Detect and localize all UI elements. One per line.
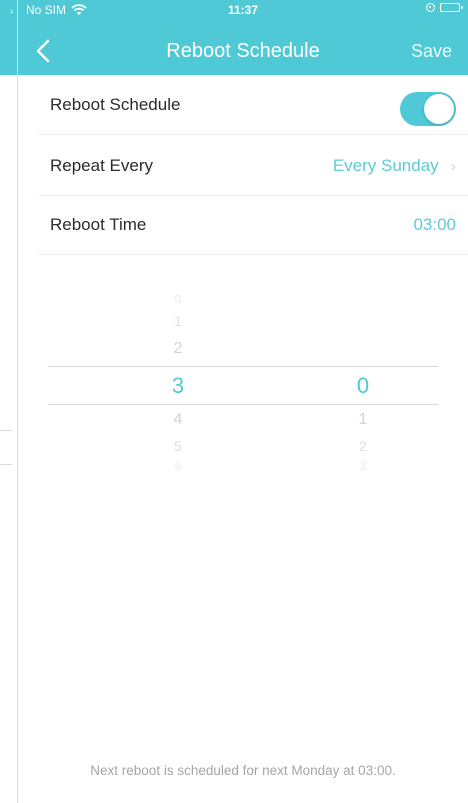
hour-wheel[interactable]: 0 1 2 3 4 5 6 xyxy=(128,287,228,487)
hour-option: 2 xyxy=(173,340,183,357)
hour-option: 4 xyxy=(173,411,183,428)
reboot-schedule-label: Reboot Schedule xyxy=(50,95,181,114)
reboot-schedule-row: Reboot Schedule xyxy=(38,75,468,135)
chevron-left-icon xyxy=(36,39,50,63)
minute-option: 1 xyxy=(358,411,368,428)
repeat-every-row[interactable]: Repeat Every Every Sunday › xyxy=(38,136,468,196)
hour-option: 0 xyxy=(174,292,182,306)
background-divider xyxy=(0,430,12,431)
hour-selected: 3 xyxy=(171,373,185,398)
repeat-every-label: Repeat Every xyxy=(50,156,153,175)
reboot-schedule-screen: No SIM 11:37 Reboot Schedule Save Reboot… xyxy=(18,0,468,803)
toggle-knob xyxy=(424,94,454,124)
page-title: Reboot Schedule xyxy=(166,40,320,62)
hour-option: 5 xyxy=(174,438,182,454)
reboot-time-row[interactable]: Reboot Time 03:00 xyxy=(38,195,468,255)
app-header: No SIM 11:37 Reboot Schedule Save xyxy=(18,0,468,75)
background-status-icon: › xyxy=(10,6,14,17)
time-picker[interactable]: 0 1 2 3 4 5 6 0 1 2 3 xyxy=(48,287,438,487)
hour-option: 6 xyxy=(174,459,182,473)
repeat-every-value-wrap: Every Sunday › xyxy=(333,156,456,176)
chevron-right-icon: › xyxy=(450,158,456,175)
reboot-schedule-toggle[interactable] xyxy=(400,92,456,126)
minute-wheel[interactable]: 0 1 2 3 xyxy=(313,287,413,487)
background-screen-edge: › xyxy=(0,0,18,803)
background-header xyxy=(0,0,17,75)
orientation-lock-icon xyxy=(426,3,435,12)
minute-selected: 0 xyxy=(356,373,370,398)
status-time: 11:37 xyxy=(227,3,259,17)
reboot-time-value: 03:00 xyxy=(413,215,456,234)
status-bar: No SIM 11:37 xyxy=(18,0,468,20)
next-reboot-note: Next reboot is scheduled for next Monday… xyxy=(90,763,396,778)
background-divider xyxy=(0,464,12,465)
save-button[interactable]: Save xyxy=(411,41,452,62)
reboot-time-label: Reboot Time xyxy=(50,215,147,234)
hour-option: 1 xyxy=(174,313,182,329)
status-right xyxy=(426,3,463,12)
back-button[interactable] xyxy=(30,35,58,67)
minute-option: 2 xyxy=(359,438,367,454)
repeat-every-value: Every Sunday xyxy=(332,156,439,175)
minute-option: 3 xyxy=(359,459,367,473)
battery-icon xyxy=(440,3,463,12)
